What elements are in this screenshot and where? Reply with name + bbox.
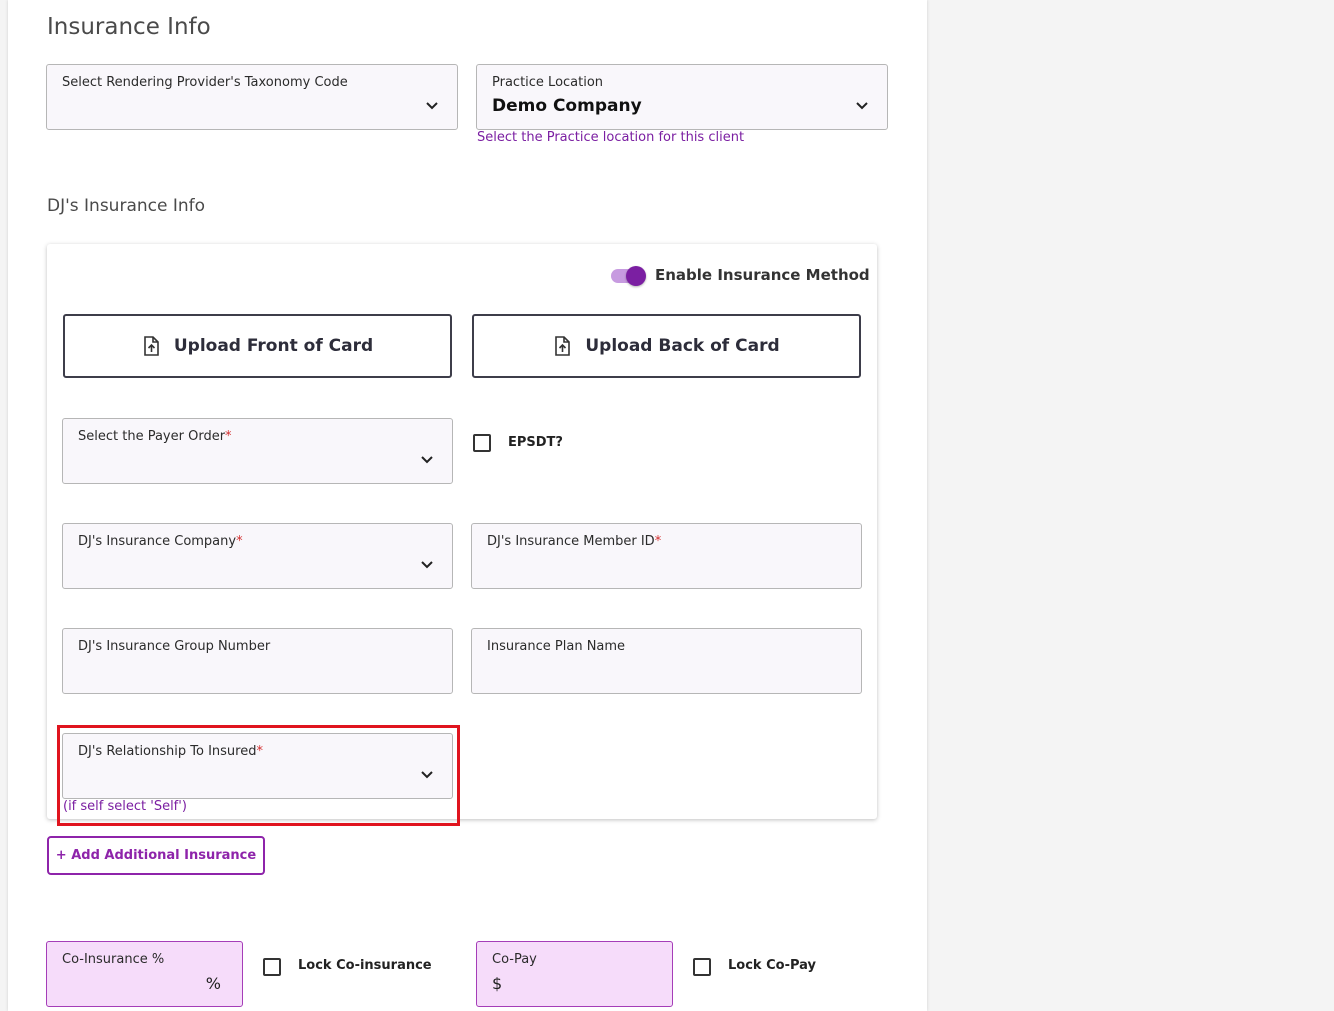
insurance-company-label: DJ's Insurance Company* — [78, 534, 243, 549]
highlight-box — [57, 725, 460, 826]
chevron-down-icon — [421, 456, 433, 464]
upload-back-label: Upload Back of Card — [585, 336, 780, 356]
group-number-input[interactable]: DJ's Insurance Group Number — [62, 628, 453, 694]
practice-location-label: Practice Location — [492, 75, 604, 90]
lock-copay-checkbox[interactable] — [693, 958, 711, 976]
lock-copay-label: Lock Co-Pay — [728, 958, 816, 973]
section-title: DJ's Insurance Info — [47, 196, 206, 216]
upload-front-button[interactable]: Upload Front of Card — [63, 314, 452, 378]
payer-order-label: Select the Payer Order* — [78, 429, 232, 444]
payer-order-select[interactable]: Select the Payer Order* — [62, 418, 453, 484]
upload-back-button[interactable]: Upload Back of Card — [472, 314, 861, 378]
epsdt-label: EPSDT? — [508, 435, 563, 450]
add-additional-insurance-button[interactable]: + Add Additional Insurance — [47, 836, 265, 875]
plan-name-label: Insurance Plan Name — [487, 639, 626, 654]
taxonomy-select[interactable]: Select Rendering Provider's Taxonomy Cod… — [46, 64, 458, 130]
lock-coinsurance-checkbox[interactable] — [263, 958, 281, 976]
practice-location-value: Demo Company — [492, 96, 642, 116]
epsdt-checkbox[interactable] — [473, 434, 491, 452]
practice-location-helper: Select the Practice location for this cl… — [477, 130, 745, 145]
copay-label: Co-Pay — [492, 952, 537, 967]
group-number-label: DJ's Insurance Group Number — [78, 639, 271, 654]
member-id-input[interactable]: DJ's Insurance Member ID* — [471, 523, 862, 589]
plan-name-input[interactable]: Insurance Plan Name — [471, 628, 862, 694]
taxonomy-label: Select Rendering Provider's Taxonomy Cod… — [62, 75, 348, 90]
copay-prefix: $ — [492, 974, 503, 993]
insurance-company-select[interactable]: DJ's Insurance Company* — [62, 523, 453, 589]
copay-input[interactable]: Co-Pay $ — [476, 941, 673, 1007]
file-upload-icon — [555, 336, 571, 356]
chevron-down-icon — [426, 102, 438, 110]
practice-location-select[interactable]: Practice Location Demo Company — [476, 64, 888, 130]
coinsurance-input[interactable]: Co-Insurance % % — [46, 941, 243, 1007]
coinsurance-label: Co-Insurance % — [62, 952, 165, 967]
lock-coinsurance-label: Lock Co-insurance — [298, 958, 432, 973]
upload-front-label: Upload Front of Card — [173, 336, 374, 356]
chevron-down-icon — [856, 102, 868, 110]
file-upload-icon — [144, 336, 159, 356]
enable-insurance-label: Enable Insurance Method — [655, 266, 870, 284]
page-title: Insurance Info — [47, 14, 211, 40]
member-id-label: DJ's Insurance Member ID* — [487, 534, 662, 549]
coinsurance-suffix: % — [205, 974, 221, 993]
chevron-down-icon — [421, 561, 433, 569]
enable-insurance-toggle[interactable] — [626, 266, 646, 286]
